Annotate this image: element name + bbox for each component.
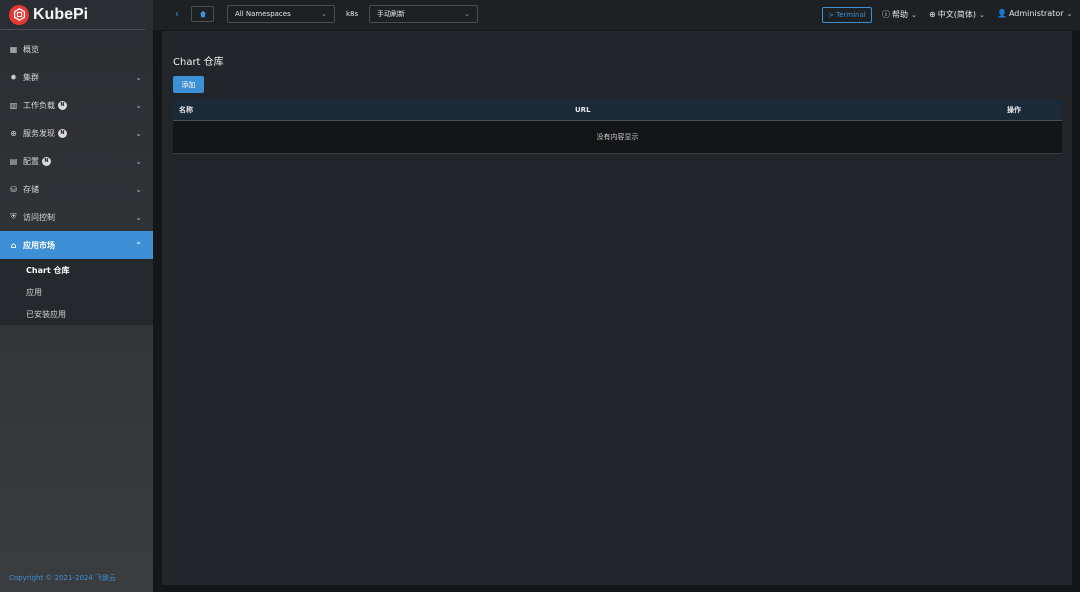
- sidebar-item-workload[interactable]: ▥ 工作负载 N ⌄: [0, 91, 153, 119]
- sidebar-item-label: 工作负载: [23, 100, 55, 110]
- copyright-text[interactable]: Copyright © 2021-2024 飞致云: [9, 573, 116, 583]
- sidebar-item-app-market[interactable]: ⌂ 应用市场 ⌃: [0, 231, 153, 259]
- user-menu[interactable]: 👤 Administrator ⌄: [997, 9, 1072, 18]
- sidebar-subitem-installed-apps[interactable]: 已安装应用: [0, 303, 153, 325]
- sidebar-item-service-discovery[interactable]: ⊕ 服务发现 N ⌄: [0, 119, 153, 147]
- new-badge: N: [58, 128, 67, 138]
- sidebar-subitem-apps[interactable]: 应用: [0, 281, 153, 303]
- chart-repo-table: 名称 URL 操作 没有内容显示: [173, 99, 1062, 154]
- cluster-name: k8s: [346, 10, 359, 18]
- logo[interactable]: KubePi: [0, 0, 145, 30]
- app-name: KubePi: [33, 5, 89, 23]
- terminal-button[interactable]: > Terminal: [822, 7, 872, 23]
- sidebar-item-label: 应用市场: [23, 240, 55, 250]
- user-icon: 👤: [997, 9, 1007, 18]
- terminal-icon: >: [828, 11, 835, 19]
- refresh-select-value: 手动刷新: [377, 10, 405, 18]
- chevron-down-icon: ⌄: [135, 156, 142, 166]
- sidebar-item-label: 集群: [23, 72, 39, 82]
- chevron-down-icon: ⌄: [135, 72, 142, 82]
- help-icon: ⓘ: [882, 10, 890, 19]
- column-header-name[interactable]: 名称: [179, 105, 193, 115]
- column-header-url[interactable]: URL: [575, 106, 591, 114]
- empty-state-text: 没有内容显示: [596, 133, 639, 141]
- sidebar-item-label: 访问控制: [23, 212, 55, 222]
- cluster-icon: ✹: [10, 72, 17, 82]
- terminal-label: Terminal: [836, 11, 866, 19]
- chevron-up-icon: ⌃: [135, 240, 142, 250]
- chevron-down-icon: ⌄: [135, 100, 142, 110]
- app-market-submenu: Chart 仓库 应用 已安装应用: [0, 259, 153, 325]
- column-header-actions: 操作: [1007, 105, 1021, 114]
- chevron-down-icon: ⌄: [135, 184, 142, 194]
- globe-icon: ⊕: [929, 10, 936, 19]
- globe-icon: ⊕: [10, 128, 17, 138]
- shop-icon: ⌂: [10, 240, 17, 250]
- sidebar: KubePi ▦ 概览 ✹ 集群 ⌄ ▥ 工作负载 N ⌄ ⊕ 服务发现 N ⌄…: [0, 0, 153, 592]
- dashboard-icon: ▦: [9, 44, 18, 54]
- sidebar-item-label: 服务发现: [23, 128, 55, 138]
- empty-state-row: 没有内容显示: [173, 121, 1062, 154]
- page-title: Chart 仓库: [173, 57, 224, 68]
- home-button[interactable]: [191, 6, 214, 22]
- config-icon: ▤: [9, 156, 18, 166]
- shield-icon: ⛨: [10, 212, 17, 221]
- workload-icon: ▥: [9, 100, 18, 110]
- table-header: 名称 URL 操作: [173, 99, 1062, 121]
- sidebar-subitem-chart-repo[interactable]: Chart 仓库: [0, 259, 153, 281]
- top-header: ‹ All Namespaces ⌄ k8s 手动刷新 ⌄ > Terminal…: [153, 0, 1080, 30]
- sidebar-item-label: 概览: [23, 44, 39, 54]
- help-label: 帮助: [892, 10, 908, 19]
- main-content: Chart 仓库 添加 名称 URL 操作 没有内容显示: [162, 31, 1072, 585]
- add-button[interactable]: 添加: [173, 76, 204, 93]
- chevron-down-icon: ⌄: [135, 212, 142, 222]
- chevron-down-icon: ⌄: [321, 10, 327, 18]
- back-icon[interactable]: ‹: [175, 9, 179, 20]
- help-menu[interactable]: ⓘ 帮助 ⌄: [882, 9, 917, 20]
- chevron-down-icon: ⌄: [911, 10, 917, 19]
- new-badge: N: [58, 100, 67, 110]
- chevron-down-icon: ⌄: [1066, 9, 1073, 18]
- chevron-down-icon: ⌄: [978, 10, 985, 19]
- namespace-select-value: All Namespaces: [235, 10, 291, 18]
- sidebar-item-cluster[interactable]: ✹ 集群 ⌄: [0, 63, 153, 91]
- sidebar-item-label: 存储: [23, 184, 39, 194]
- sidebar-item-storage[interactable]: ⛁ 存储 ⌄: [0, 175, 153, 203]
- home-icon: [199, 10, 206, 18]
- namespace-select[interactable]: All Namespaces ⌄: [227, 5, 335, 23]
- sidebar-item-label: 配置: [23, 156, 39, 166]
- refresh-select[interactable]: 手动刷新 ⌄: [369, 5, 478, 23]
- new-badge: N: [42, 156, 51, 166]
- sidebar-item-access-control[interactable]: ⛨ 访问控制 ⌄: [0, 203, 153, 231]
- sidebar-item-overview[interactable]: ▦ 概览: [0, 35, 153, 63]
- storage-icon: ⛁: [10, 184, 17, 194]
- chevron-down-icon: ⌄: [135, 128, 142, 138]
- chevron-down-icon: ⌄: [464, 10, 470, 18]
- sidebar-item-config[interactable]: ▤ 配置 N ⌄: [0, 147, 153, 175]
- kubepi-logo-icon: [9, 4, 29, 25]
- user-label: Administrator: [1008, 9, 1064, 18]
- language-label: 中文(简体): [937, 10, 976, 19]
- language-menu[interactable]: ⊕ 中文(简体) ⌄: [929, 9, 985, 20]
- sidebar-menu: ▦ 概览 ✹ 集群 ⌄ ▥ 工作负载 N ⌄ ⊕ 服务发现 N ⌄ ▤ 配置 N…: [0, 35, 153, 325]
